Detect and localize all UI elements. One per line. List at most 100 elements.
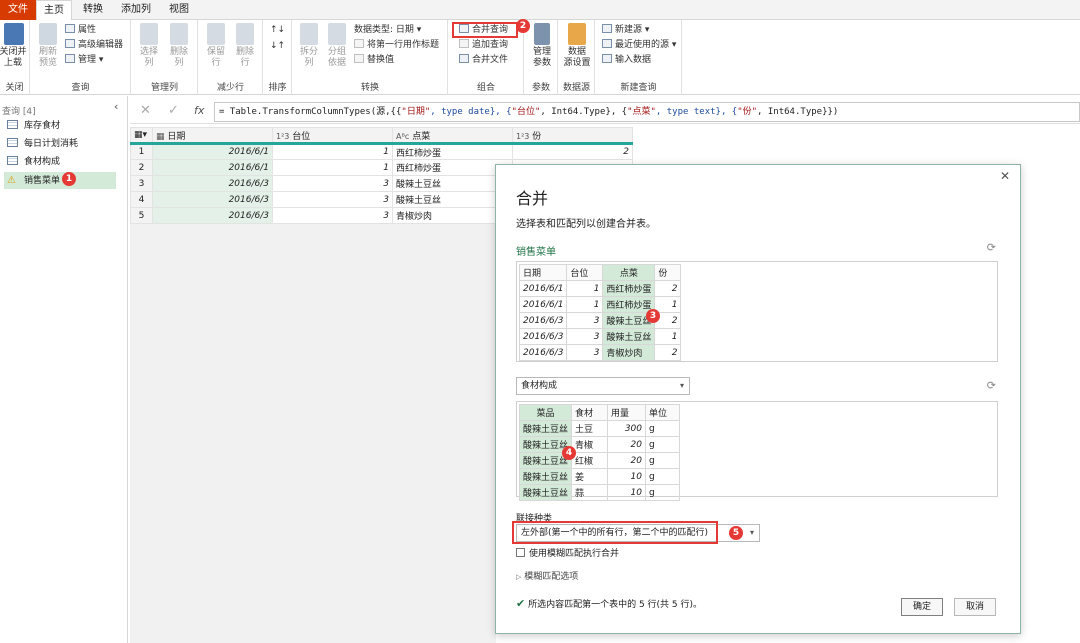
grid-cell[interactable]: 1 [272, 159, 393, 176]
tab-home[interactable]: 主页 [36, 0, 72, 21]
grid-cell[interactable]: 2016/6/3 [152, 175, 273, 192]
row-number[interactable]: 5 [130, 207, 153, 224]
column-header-label: 日期 [167, 131, 186, 142]
sort-desc-icon[interactable]: ↓↑ [270, 40, 285, 53]
grid-corner[interactable]: ▦▾ [130, 127, 153, 145]
append-queries-button[interactable]: 追加查询 [459, 39, 508, 52]
query-group: 刷新 预览 属性 高级编辑器 管理 ▾ 查询 [31, 20, 131, 95]
keep-rows-button[interactable]: 保留 行 [203, 23, 229, 69]
group-by-button[interactable]: 分组 依据 [324, 23, 350, 69]
t2-header[interactable]: 用量 [607, 404, 646, 421]
query-item-label: 销售菜单 [24, 176, 61, 186]
cancel-icon[interactable]: ✕ [140, 103, 151, 118]
column-header-label: 份 [532, 131, 542, 142]
query-item-label: 食材构成 [24, 157, 61, 167]
data-type-dropdown[interactable]: 数据类型: 日期 ▾ [354, 24, 421, 37]
recent-sources-button[interactable]: 最近使用的源 ▾ [602, 39, 676, 52]
grid-cell[interactable]: 2016/6/1 [152, 143, 273, 160]
split-column-icon [300, 23, 318, 45]
grid-cell[interactable]: 2 [512, 143, 633, 160]
ok-button[interactable]: 确定 [901, 598, 943, 616]
row-number[interactable]: 1 [130, 143, 153, 160]
t2-header[interactable]: 食材 [571, 404, 608, 421]
query-item-daily-consumption[interactable]: 每日计划消耗 [4, 136, 116, 153]
enter-data-icon [602, 54, 612, 63]
choose-columns-button[interactable]: 选择 列 [136, 23, 162, 69]
t1-header[interactable]: 日期 [518, 264, 568, 281]
new-source-button[interactable]: 新建源 ▾ [602, 24, 649, 37]
refresh-preview-icon[interactable]: ⟳ [987, 379, 996, 392]
replace-values-button[interactable]: 替换值 [354, 54, 394, 67]
column-header-date[interactable]: ▦ 日期 [152, 127, 273, 145]
reduce-rows-group: 保留 行 删除 行 减少行 [199, 20, 263, 95]
check-icon[interactable]: ✓ [168, 103, 179, 118]
t1-header[interactable]: 台位 [566, 264, 604, 281]
formula-part: "日期" [401, 107, 431, 117]
query-item-sales-menu[interactable]: ⚠ 销售菜单 [4, 172, 116, 189]
manage-button[interactable]: 管理 ▾ [65, 54, 103, 67]
fuzzy-checkbox-label: 使用模糊匹配执行合并 [529, 549, 620, 559]
first-row-header-label: 将第一行用作标题 [367, 40, 440, 50]
dialog-subtitle: 选择表和匹配列以创建合并表。 [516, 219, 656, 230]
grid-cell[interactable]: 1 [272, 143, 393, 160]
sort-asc-icon[interactable]: ↑↓ [270, 24, 285, 37]
grid-cell[interactable]: 2016/6/3 [152, 207, 273, 224]
formula-part: , Int64.Type}}) [757, 107, 839, 117]
fx-icon[interactable]: fx [194, 104, 204, 117]
column-header-dish[interactable]: Aᴮc 点菜 [392, 127, 513, 145]
grid-cell[interactable]: 3 [272, 207, 393, 224]
refresh-label: 刷新 预览 [38, 47, 57, 68]
row-number[interactable]: 3 [130, 175, 153, 192]
data-source-settings-button[interactable]: 数据 源设置 [562, 23, 592, 69]
advanced-editor-button[interactable]: 高级编辑器 [65, 39, 123, 52]
refresh-preview-button[interactable]: 刷新 预览 [35, 23, 61, 69]
refresh-preview-icon[interactable]: ⟳ [987, 241, 996, 254]
t2-cell: 酸辣土豆丝 [519, 484, 572, 501]
table-row: 2016/6/3 3 青椒炒肉 2 [518, 344, 682, 361]
first-row-header-button[interactable]: 将第一行用作标题 [354, 39, 439, 52]
collapse-pane-icon[interactable]: ‹ [114, 100, 118, 113]
tab-file[interactable]: 文件 [0, 0, 36, 20]
column-header-label: 台位 [292, 131, 311, 142]
remove-rows-button[interactable]: 删除 行 [232, 23, 258, 69]
grid-cell[interactable]: 3 [272, 191, 393, 208]
close-icon[interactable]: ✕ [1000, 169, 1010, 183]
enter-data-label: 输入数据 [615, 55, 652, 65]
grid-cell[interactable]: 2016/6/1 [152, 159, 273, 176]
table2-select[interactable]: 食材构成 ▾ [516, 377, 690, 395]
formula-input[interactable]: = Table.TransformColumnTypes(源,{{"日期", t… [214, 102, 1080, 122]
t1-header[interactable]: 份 [654, 264, 682, 281]
enter-data-button[interactable]: 输入数据 [602, 54, 651, 67]
t1-cell: 2016/6/3 [518, 344, 568, 361]
grid-cell[interactable]: 西红柿炒蛋 [392, 143, 513, 160]
grid-cell[interactable]: 2016/6/3 [152, 191, 273, 208]
query-item-ingredients[interactable]: 食材构成 [4, 154, 116, 171]
row-number[interactable]: 2 [130, 159, 153, 176]
fuzzy-options-toggle[interactable]: ▷ 模糊匹配选项 [516, 569, 578, 582]
combine-files-button[interactable]: 合并文件 [459, 54, 508, 67]
manage-parameters-button[interactable]: 管理 参数 [527, 23, 557, 69]
remove-columns-button[interactable]: 删除 列 [166, 23, 192, 69]
fuzzy-match-checkbox[interactable]: 使用模糊匹配执行合并 [516, 546, 619, 559]
close-and-load-button[interactable]: 关闭并 上载 [0, 23, 28, 69]
tab-transform[interactable]: 转换 [76, 0, 110, 20]
close-group-label: 关闭 [5, 83, 24, 93]
warning-icon: ⚠ [7, 175, 16, 186]
tab-add-column[interactable]: 添加列 [114, 0, 158, 20]
tab-view[interactable]: 视图 [162, 0, 196, 20]
cancel-button[interactable]: 取消 [954, 598, 996, 616]
column-header-portion[interactable]: 1²3 份 [512, 127, 633, 145]
t1-cell: 3 [566, 344, 604, 361]
row-number[interactable]: 4 [130, 191, 153, 208]
sort-group: ↑↓ ↓↑ 排序 [264, 20, 292, 95]
properties-button[interactable]: 属性 [65, 24, 96, 37]
split-column-button[interactable]: 拆分 列 [296, 23, 322, 69]
t2-header[interactable]: 单位 [645, 404, 680, 421]
t2-header-selected[interactable]: 菜品 [519, 404, 572, 421]
grid-cell[interactable]: 3 [272, 175, 393, 192]
t1-header-selected[interactable]: 点菜 [602, 264, 656, 281]
advanced-editor-label: 高级编辑器 [78, 40, 124, 50]
column-header-table[interactable]: 1²3 台位 [272, 127, 393, 145]
query-item-inventory[interactable]: 库存食材 [4, 118, 116, 135]
date-type-icon: ▦ [156, 131, 165, 142]
